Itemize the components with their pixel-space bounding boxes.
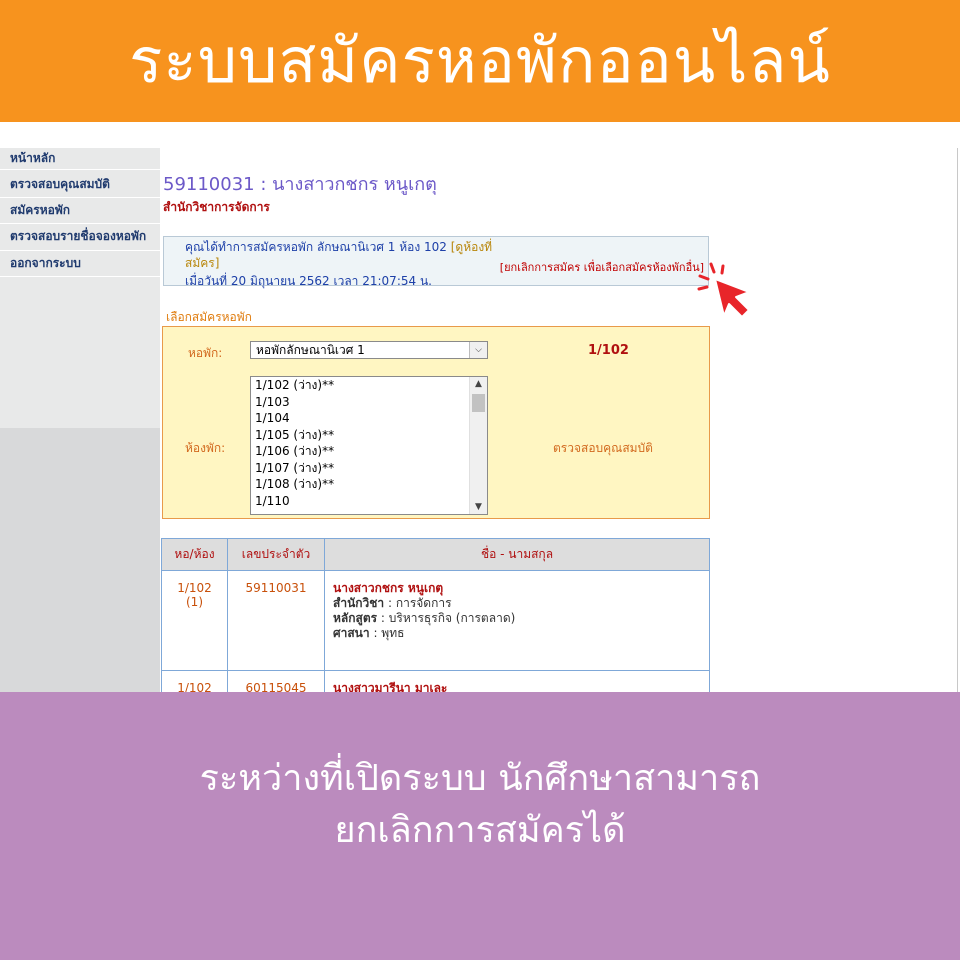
dorm-select-value: หอพักลักษณานิเวศ 1 bbox=[256, 343, 365, 357]
cell-student-id: 59110031 bbox=[227, 570, 325, 671]
room-option[interactable]: 1/105 (ว่าง)** bbox=[251, 427, 487, 444]
room-option[interactable]: 1/102 (ว่าง)** bbox=[251, 377, 487, 394]
table-row: 1/102 60115045 นางสาวมารีนา มาเละ bbox=[161, 670, 710, 692]
hand-pointer-icon bbox=[697, 262, 750, 318]
cell-room: 1/102 (1) bbox=[161, 570, 228, 671]
chevron-down-icon[interactable]: ⌵ bbox=[469, 342, 487, 358]
room-option[interactable]: 1/108 (ว่าง)** bbox=[251, 476, 487, 493]
applicant-name: นางสาวกชกร หนูเกตุ bbox=[333, 581, 444, 595]
room-listbox[interactable]: 1/102 (ว่าง)** 1/103 1/104 1/105 (ว่าง)*… bbox=[250, 376, 488, 515]
room-number: 1/102 bbox=[177, 581, 212, 595]
applicant-name: นางสาวมารีนา มาเละ bbox=[333, 681, 448, 692]
student-heading: 59110031 : นางสาวกชกร หนูเกตุ bbox=[163, 174, 437, 195]
notice-message: คุณได้ทำการสมัครหอพัก ลักษณานิเวศ 1 ห้อง… bbox=[185, 240, 451, 254]
table-row: 1/102 (1) 59110031 นางสาวกชกร หนูเกตุ สำ… bbox=[161, 570, 710, 671]
sidebar-bottom-panel bbox=[0, 428, 160, 692]
religion-value: : พุทธ bbox=[369, 626, 405, 640]
sidebar-item-logout[interactable]: ออกจากระบบ bbox=[0, 251, 160, 277]
faculty-key: สำนักวิชา bbox=[333, 596, 385, 610]
program-value: : บริหารธุรกิจ (การตลาด) bbox=[377, 611, 516, 625]
caption-line-1: ระหว่างที่เปิดระบบ นักศึกษาสามารถ bbox=[199, 758, 761, 799]
cell-name: นางสาวกชกร หนูเกตุ สำนักวิชา : การจัดการ… bbox=[324, 570, 710, 671]
scroll-down-icon[interactable]: ▼ bbox=[470, 500, 487, 514]
sidebar-item-home[interactable]: หน้าหลัก bbox=[0, 148, 160, 170]
header-id: เลขประจำตัว bbox=[227, 538, 325, 571]
room-option[interactable]: 1/107 (ว่าง)** bbox=[251, 460, 487, 477]
room-label: ห้องพัก: bbox=[185, 441, 226, 455]
cell-student-id: 60115045 bbox=[227, 670, 325, 692]
cancel-application-link[interactable]: [ยกเลิกการสมัคร เพื่อเลือกสมัครห้องพักอื… bbox=[500, 258, 704, 276]
room-list-scrollbar[interactable]: ▲ ▼ bbox=[469, 377, 487, 514]
program-key: หลักสูตร bbox=[333, 611, 378, 625]
sidebar: หน้าหลัก ตรวจสอบคุณสมบัติ สมัครหอพัก ตรว… bbox=[0, 148, 160, 692]
check-qualification-link[interactable]: ตรวจสอบคุณสมบัติ bbox=[553, 439, 653, 458]
scroll-thumb[interactable] bbox=[472, 394, 485, 412]
section-label: เลือกสมัครหอพัก bbox=[166, 310, 252, 324]
table-header-row: หอ/ห้อง เลขประจำตัว ชื่อ - นามสกุล bbox=[161, 538, 710, 571]
applicants-table: หอ/ห้อง เลขประจำตัว ชื่อ - นามสกุล 1/102… bbox=[161, 538, 710, 692]
room-slot: (1) bbox=[186, 595, 203, 609]
room-option[interactable]: 1/103 bbox=[251, 394, 487, 411]
room-option[interactable]: 1/110 bbox=[251, 493, 487, 510]
faculty-name: สำนักวิชาการจัดการ bbox=[163, 200, 270, 214]
sidebar-item-check-bookings[interactable]: ตรวจสอบรายชื่อจองหอพัก bbox=[0, 224, 160, 251]
notice-text: คุณได้ทำการสมัครหอพัก ลักษณานิเวศ 1 ห้อง… bbox=[185, 239, 515, 271]
caption-banner: ระหว่างที่เปิดระบบ นักศึกษาสามารถ ยกเลิก… bbox=[0, 692, 960, 960]
cell-name: นางสาวมารีนา มาเละ bbox=[324, 670, 710, 692]
notice-date: เมื่อวันที่ 20 มิถุนายน 2562 เวลา 21:07:… bbox=[185, 274, 432, 288]
dorm-selection-box: หอพัก: หอพักลักษณานิเวศ 1 ⌵ 1/102 ห้องพั… bbox=[162, 326, 710, 519]
dorm-label: หอพัก: bbox=[188, 346, 223, 360]
dorm-select[interactable]: หอพักลักษณานิเวศ 1 ⌵ bbox=[250, 341, 488, 359]
header-room: หอ/ห้อง bbox=[161, 538, 228, 571]
cell-room: 1/102 bbox=[161, 670, 228, 692]
caption-line-2: ยกเลิกการสมัครได้ bbox=[334, 810, 626, 851]
header-name: ชื่อ - นามสกุล bbox=[324, 538, 710, 571]
faculty-value: : การจัดการ bbox=[384, 596, 452, 610]
top-banner: ระบบสมัครหอพักออนไลน์ bbox=[0, 0, 960, 122]
app-screenshot: หน้าหลัก ตรวจสอบคุณสมบัติ สมัครหอพัก ตรว… bbox=[0, 148, 960, 692]
banner-title: ระบบสมัครหอพักออนไลน์ bbox=[129, 24, 831, 97]
application-notice: คุณได้ทำการสมัครหอพัก ลักษณานิเวศ 1 ห้อง… bbox=[163, 236, 709, 288]
selected-room-code: 1/102 bbox=[588, 343, 629, 358]
room-option[interactable]: 1/106 (ว่าง)** bbox=[251, 443, 487, 460]
room-option[interactable]: 1/104 bbox=[251, 410, 487, 427]
scroll-up-icon[interactable]: ▲ bbox=[470, 377, 487, 391]
sidebar-item-apply-dorm[interactable]: สมัครหอพัก bbox=[0, 198, 160, 224]
sidebar-item-check-qualification[interactable]: ตรวจสอบคุณสมบัติ bbox=[0, 170, 160, 198]
religion-key: ศาสนา bbox=[333, 626, 370, 640]
